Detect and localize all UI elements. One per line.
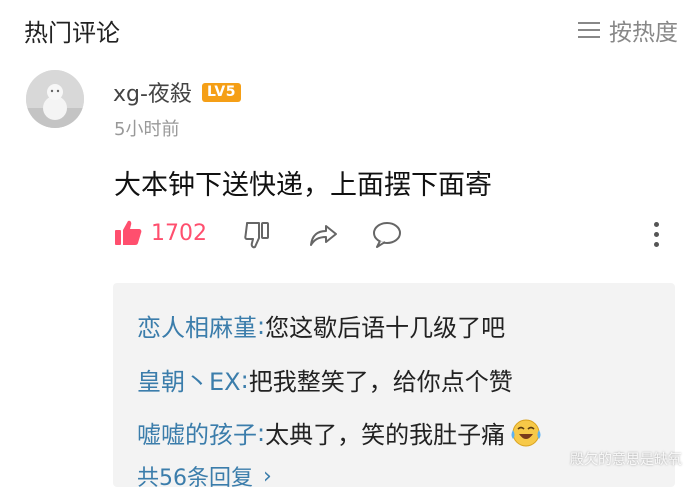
like-button[interactable]: 1702 [113, 218, 207, 248]
laughing-crying-emoji-icon [511, 419, 541, 446]
chevron-right-icon: › [263, 463, 272, 487]
reply-separator: : [240, 365, 249, 394]
thumbs-up-icon [115, 220, 142, 245]
total-replies-label: 共56条回复 [137, 466, 253, 487]
comment-author-row: xg-夜殺 LV5 [113, 76, 242, 108]
sort-by-popularity-button[interactable]: 按热度 [578, 13, 678, 47]
list-icon [578, 22, 600, 38]
reply-author[interactable]: 嘘嘘的孩子 [137, 415, 257, 450]
comment-actions: 1702 [113, 218, 673, 258]
watermark-text: 殿欠的意思是缺氧 [570, 452, 682, 468]
reply-author[interactable]: 皇朝丶EX [137, 362, 241, 397]
snowman-avatar-image [26, 70, 84, 128]
reply-separator: : [257, 418, 266, 447]
reply-item[interactable]: 恋人相麻堇: 您这歇后语十几级了吧 [137, 308, 505, 343]
reply-author[interactable]: 恋人相麻堇 [137, 308, 257, 343]
reply-text: 您这歇后语十几级了吧 [265, 314, 506, 342]
reply-item[interactable]: 皇朝丶EX: 把我整笑了，给你点个赞 [137, 362, 513, 397]
hot-comments-title: 热门评论 [24, 19, 120, 47]
reply-separator: : [257, 311, 266, 340]
reply-text: 把我整笑了，给你点个赞 [248, 368, 513, 396]
sort-label: 按热度 [609, 20, 678, 46]
comment-bubble-icon[interactable] [371, 220, 403, 250]
username[interactable]: xg-夜殺 [113, 76, 192, 108]
comment-text: 大本钟下送快递，上面摆下面寄 [114, 170, 492, 201]
reply-item[interactable]: 嘘嘘的孩子: 太典了，笑的我肚子痛 [137, 415, 543, 450]
share-icon[interactable] [308, 220, 340, 250]
more-options-icon[interactable] [649, 222, 663, 252]
like-count: 1702 [151, 220, 207, 246]
comments-header: 热门评论 按热度 [0, 0, 700, 60]
reply-text: 太典了，笑的我肚子痛 [265, 421, 506, 449]
level-badge: LV5 [201, 82, 242, 102]
avatar[interactable] [26, 70, 84, 128]
thumbs-down-icon[interactable] [243, 220, 273, 250]
timestamp: 5小时前 [114, 119, 180, 140]
view-all-replies-link[interactable]: 共56条回复 › [137, 460, 272, 487]
